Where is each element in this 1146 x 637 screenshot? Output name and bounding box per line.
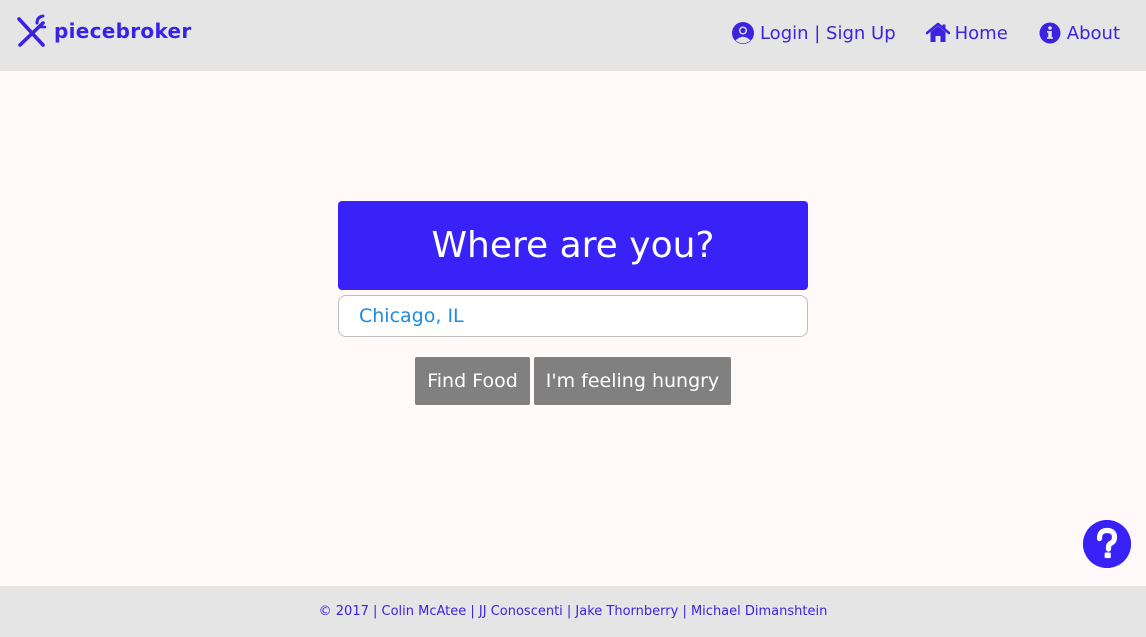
location-prompt-banner: Where are you? — [338, 201, 808, 290]
user-circle-icon — [731, 22, 754, 44]
search-actions: Find Food I'm feeling hungry — [415, 357, 731, 405]
home-icon — [925, 22, 950, 42]
brand-name: piecebroker — [54, 19, 192, 43]
location-prompt-title: Where are you? — [431, 225, 715, 266]
location-input[interactable] — [338, 295, 808, 337]
nav-login-signup-link[interactable]: Login | Sign Up — [731, 21, 896, 45]
nav-links: Login | Sign Up Home About — [731, 19, 1120, 47]
nav-login-signup-label: Login | Sign Up — [759, 22, 896, 44]
feeling-hungry-button[interactable]: I'm feeling hungry — [534, 357, 731, 405]
nav-home-label: Home — [954, 22, 1008, 44]
footer: © 2017 | Colin McAtee | JJ Conoscenti | … — [0, 586, 1146, 637]
fork-knife-logo-icon — [17, 14, 47, 47]
nav-home-link[interactable]: Home — [925, 21, 1008, 45]
brand-logo-link[interactable]: piecebroker — [16, 14, 192, 48]
info-circle-icon — [1039, 22, 1061, 44]
help-button[interactable] — [1083, 520, 1131, 568]
nav-about-label: About — [1066, 22, 1120, 44]
find-food-button[interactable]: Find Food — [415, 357, 530, 405]
top-navbar: piecebroker Login | Sign Up Home About — [0, 0, 1146, 71]
footer-credits: © 2017 | Colin McAtee | JJ Conoscenti | … — [318, 604, 828, 619]
nav-about-link[interactable]: About — [1038, 21, 1120, 45]
question-icon — [1083, 520, 1131, 568]
